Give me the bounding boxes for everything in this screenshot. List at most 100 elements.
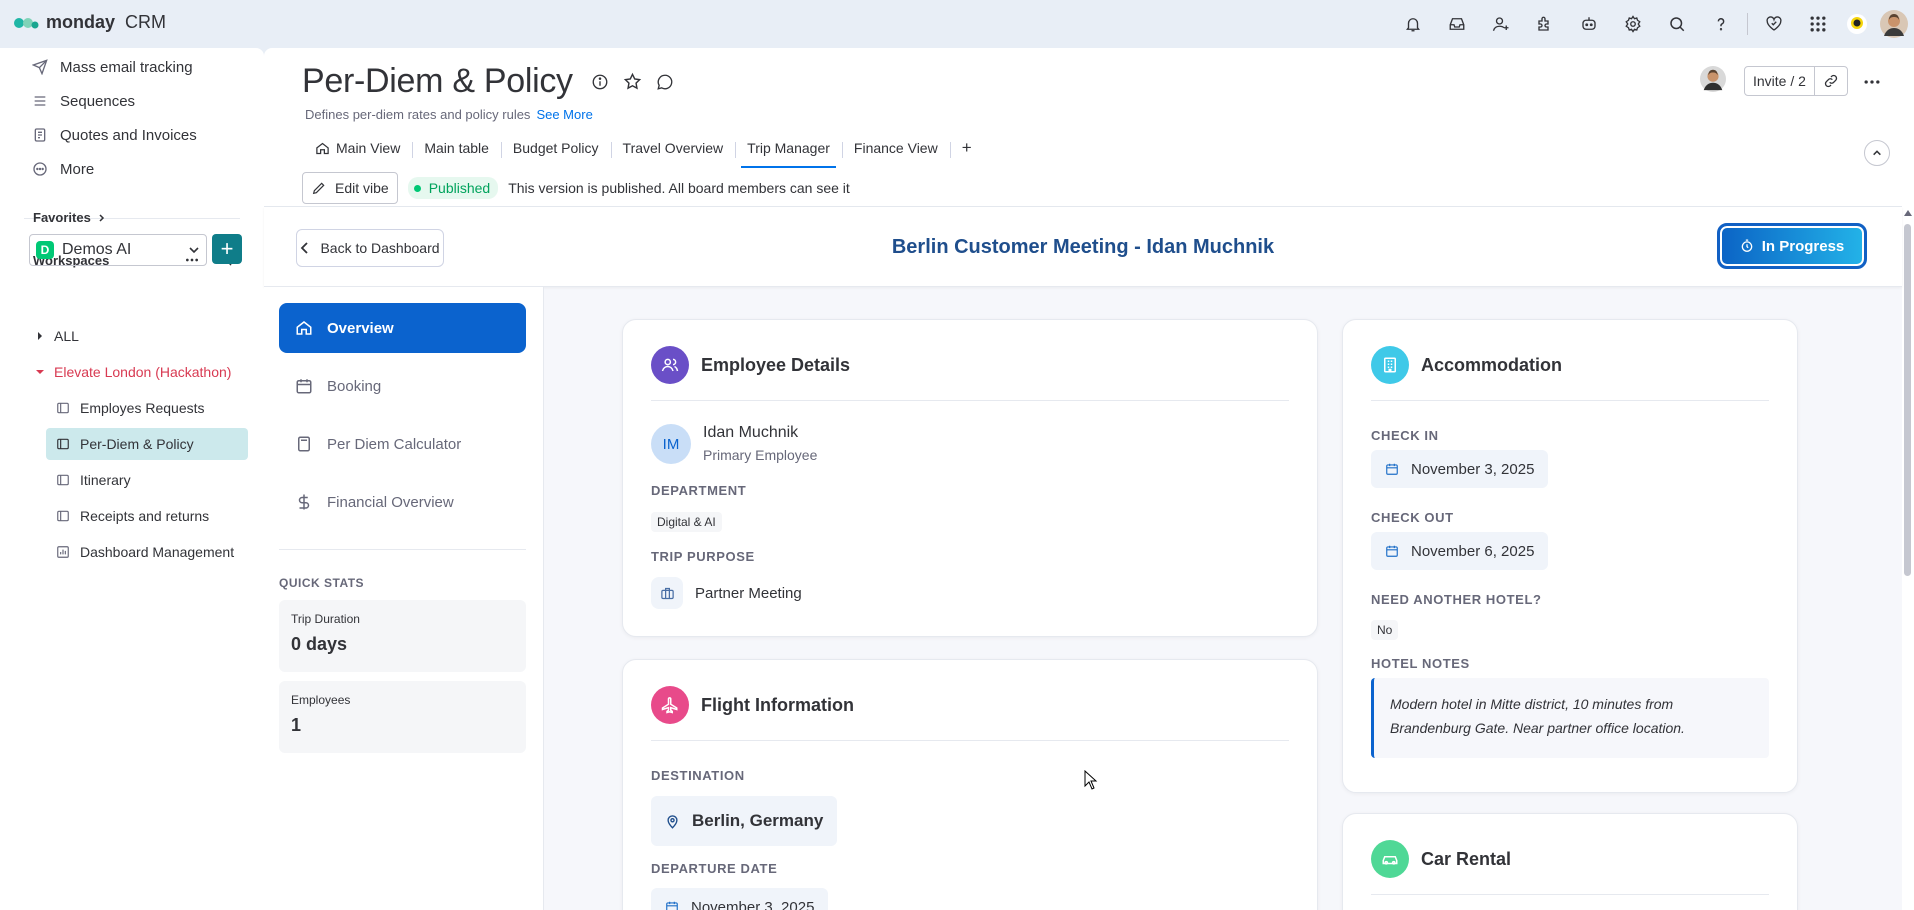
another-hotel-label: NEED ANOTHER HOTEL? <box>1371 592 1542 607</box>
chevron-up-icon <box>1872 148 1882 158</box>
link-icon[interactable] <box>1815 66 1847 96</box>
tree-item-label: Dashboard Management <box>80 544 235 560</box>
edit-vibe-button[interactable]: Edit vibe <box>302 172 398 204</box>
trip-manager-app: Back to Dashboard Berlin Customer Meetin… <box>264 206 1902 910</box>
tab-main-view[interactable]: Main View <box>309 140 412 168</box>
tree-item-all[interactable]: ALL <box>30 320 232 352</box>
status-button[interactable]: In Progress <box>1717 223 1867 269</box>
settings-icon[interactable] <box>1611 8 1655 40</box>
hotel-notes-label: HOTEL NOTES <box>1371 656 1470 671</box>
user-avatar[interactable] <box>1874 8 1914 40</box>
add-view-button[interactable]: + <box>949 138 984 168</box>
nav-booking[interactable]: Booking <box>279 361 526 411</box>
bell-icon[interactable] <box>1391 8 1435 40</box>
scrollbar[interactable] <box>1902 206 1912 910</box>
help-icon[interactable] <box>1699 8 1743 40</box>
top-bar: monday CRM <box>0 0 1914 48</box>
account-logo-icon[interactable] <box>1840 8 1874 40</box>
dollar-icon <box>295 493 313 511</box>
collapse-header-button[interactable] <box>1864 140 1890 166</box>
board-header: Per-Diem & Policy <box>302 62 674 101</box>
plus-icon: + <box>961 138 972 157</box>
card-title: Car Rental <box>1421 848 1512 869</box>
departure-date-box: November 3, 2025 <box>651 888 829 910</box>
stat-value: 1 <box>291 715 302 735</box>
page-title[interactable]: Per-Diem & Policy <box>302 62 573 101</box>
scrollbar-thumb[interactable] <box>1904 224 1911 576</box>
nav-label: Booking <box>327 377 382 395</box>
tab-label: Main View <box>336 140 401 156</box>
board-icon <box>56 473 70 487</box>
tree-item-label: Itinerary <box>80 472 131 488</box>
ai-bot-icon[interactable] <box>1567 8 1611 40</box>
tab-main-table[interactable]: Main table <box>412 140 501 168</box>
inbox-icon[interactable] <box>1435 8 1479 40</box>
sidebar-item-label: Mass email tracking <box>60 58 193 76</box>
invite-button[interactable]: Invite / 2 <box>1745 66 1815 96</box>
tree-item-receipts[interactable]: Receipts and returns <box>46 500 248 532</box>
nav-financial-overview[interactable]: Financial Overview <box>279 477 526 527</box>
nav-label: Per Diem Calculator <box>327 435 462 453</box>
sidebar-item-more[interactable]: More <box>0 152 264 186</box>
briefcase-icon <box>651 577 683 609</box>
sidebar-item-sequences[interactable]: Sequences <box>0 84 264 118</box>
tab-trip-manager[interactable]: Trip Manager <box>735 140 842 168</box>
workspace-name: Demos AI <box>62 241 132 258</box>
avatar: IM <box>651 424 691 464</box>
board-owner-avatar[interactable] <box>1700 66 1726 92</box>
divider <box>651 400 1289 401</box>
tab-label: Main table <box>424 140 489 156</box>
scroll-up-arrow[interactable] <box>1904 210 1912 216</box>
tab-finance-view[interactable]: Finance View <box>841 140 950 168</box>
check-out-value: November 6, 2025 <box>1411 542 1535 560</box>
card-header: Employee Details <box>651 346 850 384</box>
tree-item-label: Per-Diem & Policy <box>80 436 194 452</box>
search-icon[interactable] <box>1655 8 1699 40</box>
app-grid-icon[interactable] <box>1796 8 1840 40</box>
board-description: Defines per-diem rates and policy rules S… <box>305 107 593 122</box>
invite-button-group: Invite / 2 <box>1744 66 1848 96</box>
departure-date-label: DEPARTURE DATE <box>651 861 778 876</box>
nav-overview[interactable]: Overview <box>279 303 526 353</box>
add-button[interactable]: + <box>212 234 242 264</box>
left-sidebar: Mass email tracking Sequences Quotes and… <box>0 48 264 910</box>
heart-check-icon[interactable] <box>1752 8 1796 40</box>
tree-item-per-diem[interactable]: Per-Diem & Policy <box>46 428 248 460</box>
tree-item-label: ALL <box>54 328 79 344</box>
comment-icon[interactable] <box>656 73 674 91</box>
tab-budget-policy[interactable]: Budget Policy <box>500 140 611 168</box>
favorites-section[interactable]: Favorites <box>33 210 107 225</box>
tab-travel-overview[interactable]: Travel Overview <box>610 140 736 168</box>
calendar-icon <box>295 377 313 395</box>
tree-item-itinerary[interactable]: Itinerary <box>46 464 248 496</box>
info-icon[interactable] <box>591 73 609 91</box>
card-header: Accommodation <box>1371 346 1562 384</box>
board-menu-icon[interactable] <box>1862 72 1882 92</box>
sidebar-item-quotes[interactable]: Quotes and Invoices <box>0 118 264 152</box>
divider <box>1371 400 1769 401</box>
quote-icon <box>32 127 48 143</box>
stat-card-employees: Employees 1 <box>279 681 526 753</box>
card-title: Accommodation <box>1421 354 1563 375</box>
sidebar-item-mass-email[interactable]: Mass email tracking <box>0 50 264 84</box>
see-more-link[interactable]: See More <box>536 107 592 122</box>
tree-item-employes-requests[interactable]: Employes Requests <box>46 392 248 424</box>
trip-nav-panel: Overview Booking Per Diem Calculator Fin… <box>264 287 544 910</box>
calendar-icon <box>665 900 679 910</box>
tree-item-elevate-london[interactable]: Elevate London (Hackathon) <box>30 356 232 388</box>
nav-per-diem-calculator[interactable]: Per Diem Calculator <box>279 419 526 469</box>
destination-value: Berlin, Germany <box>692 811 824 830</box>
published-badge: Published <box>407 177 499 199</box>
calendar-icon <box>1385 544 1399 558</box>
workspace-selector[interactable]: D Demos AI <box>29 234 207 266</box>
invite-user-icon[interactable] <box>1479 8 1523 40</box>
sidebar-item-label: Quotes and Invoices <box>60 126 197 144</box>
star-icon[interactable] <box>623 72 642 91</box>
favorites-label: Favorites <box>33 210 91 225</box>
apps-icon[interactable] <box>1523 8 1567 40</box>
employee-name: Idan Muchnik <box>703 424 799 441</box>
tree-item-dashboard-management[interactable]: Dashboard Management <box>46 536 248 568</box>
top-icons <box>1391 8 1914 40</box>
description-text: Defines per-diem rates and policy rules <box>305 107 531 122</box>
monday-logo[interactable]: monday CRM <box>14 12 166 33</box>
